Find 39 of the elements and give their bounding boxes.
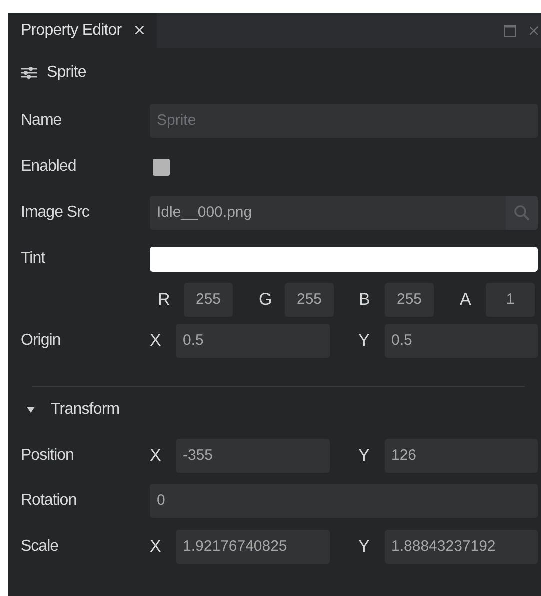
property-label: Scale [21, 538, 59, 554]
axis-label: X [150, 446, 162, 466]
color-swatch[interactable] [150, 246, 538, 272]
input-field[interactable]: 126 [384, 438, 538, 472]
input-field[interactable]: 1.88843237192 [384, 530, 538, 564]
property-label: Position [21, 446, 74, 464]
axis-label: Y [358, 446, 371, 466]
axis-label: Y [358, 536, 371, 556]
section-title: Sprite [47, 64, 86, 82]
section-title: Transform [51, 401, 120, 419]
input-field[interactable]: 255 [385, 283, 434, 317]
property-label: Rotation [21, 492, 77, 509]
input-field[interactable]: 1 [486, 283, 535, 317]
panel-tab[interactable]: Property Editor × [8, 13, 158, 48]
input-field[interactable]: 0 [150, 484, 538, 518]
input-field[interactable]: 255 [285, 283, 334, 317]
sliders-icon[interactable] [21, 67, 37, 79]
close-button[interactable]: × [134, 20, 146, 40]
property-label: Tint [21, 250, 46, 267]
caret-down-icon[interactable] [27, 406, 35, 414]
property-label: Enabled [21, 158, 76, 175]
checkbox[interactable] [153, 158, 170, 176]
axis-label: X [150, 330, 162, 350]
axis-label: G [259, 290, 274, 310]
close-icon[interactable] [530, 24, 538, 36]
axis-label: B [359, 290, 372, 310]
maximize-icon[interactable] [504, 24, 516, 36]
property-label: Image Src [21, 204, 90, 221]
axis-label: Y [358, 330, 371, 350]
input-field[interactable]: -355 [176, 438, 330, 472]
input-field[interactable]: 255 [184, 283, 233, 317]
input-field[interactable]: 0.5 [384, 324, 538, 358]
property-label: Name [21, 112, 62, 129]
input-field[interactable]: 0.5 [176, 324, 330, 358]
axis-label: A [460, 290, 472, 310]
property-label: Origin [21, 332, 61, 348]
input-field[interactable]: 1.92176740825 [176, 530, 330, 564]
axis-label: X [150, 536, 162, 556]
axis-label: R [158, 290, 172, 310]
